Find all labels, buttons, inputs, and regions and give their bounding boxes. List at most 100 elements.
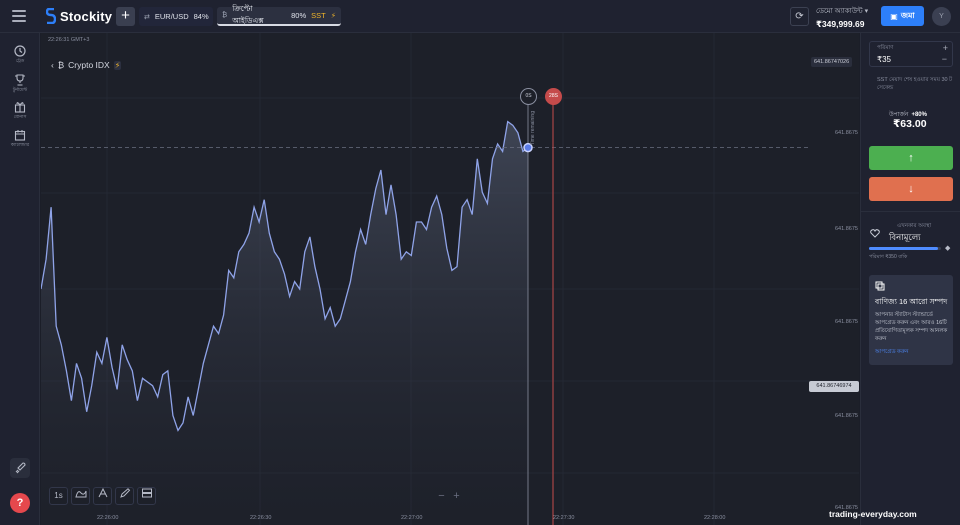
- trophy-icon: [15, 74, 25, 86]
- indicators-icon[interactable]: [93, 487, 112, 505]
- zoom-controls: − +: [435, 490, 463, 503]
- heart-icon: [870, 229, 880, 238]
- arrow-up-icon: ↑: [908, 152, 914, 164]
- put-down-button[interactable]: ↓: [869, 177, 953, 201]
- tab-payout: 80%: [291, 11, 307, 20]
- expiry-note: SST মেয়াদ শেষ হওয়ার সময় 30 ট সেকেন্ড: [877, 77, 953, 91]
- rocket-icon[interactable]: [10, 458, 30, 478]
- deposit-button[interactable]: ▣ জমা: [881, 6, 924, 26]
- upgrade-promo-card[interactable]: বাণিজ্য 16 আরো সম্পদ আপনার স্ট্যাটাস স্ট…: [869, 275, 953, 365]
- zoom-out-button[interactable]: −: [435, 490, 448, 503]
- payout-value: ₹63.00: [893, 118, 927, 130]
- promo-title: বাণিজ্য 16 আরো সম্পদ: [875, 297, 948, 306]
- copy-assets-icon: [875, 281, 885, 291]
- layout-icon[interactable]: [137, 487, 156, 505]
- crypto-icon: ₿: [222, 12, 228, 19]
- x-tick: 22:26:30: [250, 515, 272, 521]
- deposit-label: জমা: [900, 10, 915, 20]
- tab-crypto-idx[interactable]: ₿ ক্রিপ্টো আইডিএক্স 80% SST ⚡: [217, 3, 341, 26]
- wallet-icon: ▣: [890, 11, 898, 21]
- account-status[interactable]: এখনকার অবস্থা বিনামূল্যে ◆ পরিমাণ ₹350 ব…: [869, 223, 955, 263]
- timeframe-button[interactable]: 1s: [49, 487, 68, 505]
- x-tick: 22:28:00: [704, 515, 726, 521]
- stockity-logo-icon: [46, 8, 56, 24]
- x-tick: 22:27:30: [553, 515, 575, 521]
- lightning-icon: ⚡: [330, 11, 336, 20]
- sidebar-item-trade[interactable]: ট্রেড: [0, 45, 40, 65]
- status-name: বিনামূল্যে: [889, 232, 921, 242]
- chart-asset-name: Crypto IDX: [68, 60, 110, 70]
- sst-badge: SST: [311, 11, 326, 20]
- sidebar-item-bonus[interactable]: বোনাস: [0, 101, 40, 121]
- status-progress-bar: [869, 247, 941, 250]
- help-button[interactable]: ?: [10, 493, 30, 513]
- watermark: trading-everyday.com: [829, 509, 917, 519]
- trade-panel: পরিমাণ ₹35 + − SST মেয়াদ শেষ হওয়ার সময…: [860, 33, 960, 525]
- upgrade-link[interactable]: আপগ্রেড করুন: [875, 349, 908, 357]
- price-chart[interactable]: [41, 33, 859, 525]
- status-progress-fill: [869, 247, 939, 250]
- status-caption: এখনকার অবস্থা: [897, 223, 932, 229]
- top-price-label: 641.86747026: [811, 57, 853, 67]
- sidebar-item-label: ক্যালেন্ডার: [10, 142, 30, 147]
- sidebar-item-label: ট্রেড: [15, 58, 25, 63]
- current-price-label: 641.86746974: [809, 381, 859, 392]
- promo-description: আপনার স্ট্যাটাস স্ট্যান্ডার্ডে আপগ্রেড ক…: [875, 312, 948, 342]
- x-tick: 22:26:00: [97, 515, 119, 521]
- brand-name: Stockity: [60, 8, 113, 24]
- call-up-button[interactable]: ↑: [869, 146, 953, 170]
- decrease-amount-button[interactable]: −: [942, 54, 947, 64]
- chart-type-icon[interactable]: [71, 487, 90, 505]
- chart-toolbar: 1s: [49, 487, 156, 505]
- forex-icon: ⇄: [144, 13, 150, 21]
- brand-logo[interactable]: Stockity: [46, 8, 112, 24]
- sidebar-item-label: টুর্নামেন্ট: [12, 87, 28, 92]
- sidebar-item-calendar[interactable]: ক্যালেন্ডার: [0, 129, 40, 149]
- chart-area[interactable]: 22:26:31 GMT+3 ‹ ₿ Crypto IDX ⚡ 641.8674…: [41, 33, 859, 525]
- server-clock: 22:26:31 GMT+3: [48, 37, 90, 43]
- avatar[interactable]: Y: [932, 7, 951, 26]
- account-selector[interactable]: ডেমো অ্যাকাউন্ট ▾ ₹349,999.69: [816, 5, 868, 30]
- x-tick: 22:27:00: [401, 515, 423, 521]
- chevron-left-icon: ‹: [51, 60, 54, 70]
- amount-label: পরিমাণ: [877, 45, 894, 51]
- tab-payout: 84%: [193, 12, 209, 21]
- sidebar-item-label: বোনাস: [13, 114, 27, 119]
- increase-amount-button[interactable]: +: [943, 43, 948, 53]
- tab-asset-name: ক্রিপ্টো আইডিএক্স: [232, 3, 264, 25]
- sidebar-item-tournaments[interactable]: টুর্নামেন্ট: [0, 74, 40, 94]
- tab-eur-usd[interactable]: ⇄ EUR/USD 84%: [139, 7, 213, 26]
- add-asset-button[interactable]: +: [116, 7, 135, 26]
- trading-app: Stockity + ⇄ EUR/USD 84% ₿ ক্রিপ্টো আইডি…: [0, 0, 960, 525]
- arrow-down-icon: ↓: [908, 183, 914, 195]
- diamond-icon: ◆: [945, 245, 951, 252]
- trade-start-timer: 0S: [520, 88, 537, 105]
- left-sidebar: ট্রেড টুর্নামেন্ট বোনাস ক্যালেন্ডার ?: [0, 33, 40, 525]
- menu-icon[interactable]: [12, 10, 26, 22]
- crypto-idx-icon: ₿: [57, 60, 65, 70]
- drawing-pencil-icon[interactable]: [115, 487, 134, 505]
- lightning-icon: ⚡: [113, 60, 122, 70]
- y-tick: 641.8675: [835, 226, 858, 232]
- amount-value[interactable]: ₹35: [877, 55, 891, 64]
- amount-field[interactable]: পরিমাণ ₹35 + −: [869, 41, 953, 67]
- y-tick: 641.8675: [835, 319, 858, 325]
- y-tick: 641.8675: [835, 130, 858, 136]
- panel-divider: [861, 211, 960, 212]
- price-area: [41, 121, 528, 525]
- top-bar: Stockity + ⇄ EUR/USD 84% ₿ ক্রিপ্টো আইডি…: [0, 0, 960, 33]
- chevron-down-icon: ▾: [864, 8, 869, 15]
- refresh-icon[interactable]: ⟳: [790, 7, 809, 26]
- trade-expiry-timer: 28S: [545, 88, 562, 105]
- account-type: ডেমো অ্যাকাউন্ট: [816, 8, 863, 15]
- calendar-icon: [14, 130, 26, 141]
- zoom-in-button[interactable]: +: [450, 490, 463, 503]
- y-tick: 641.8675: [835, 413, 858, 419]
- time-remaining-label: Time remaining: [530, 111, 536, 146]
- chart-asset-selector[interactable]: ‹ ₿ Crypto IDX ⚡: [51, 60, 122, 70]
- account-balance: ₹349,999.69: [816, 19, 865, 29]
- gift-icon: [14, 102, 26, 113]
- status-note: পরিমাণ ₹350 বাকি: [869, 254, 908, 260]
- clock-icon: [14, 45, 26, 57]
- tab-asset-name: EUR/USD: [154, 12, 189, 21]
